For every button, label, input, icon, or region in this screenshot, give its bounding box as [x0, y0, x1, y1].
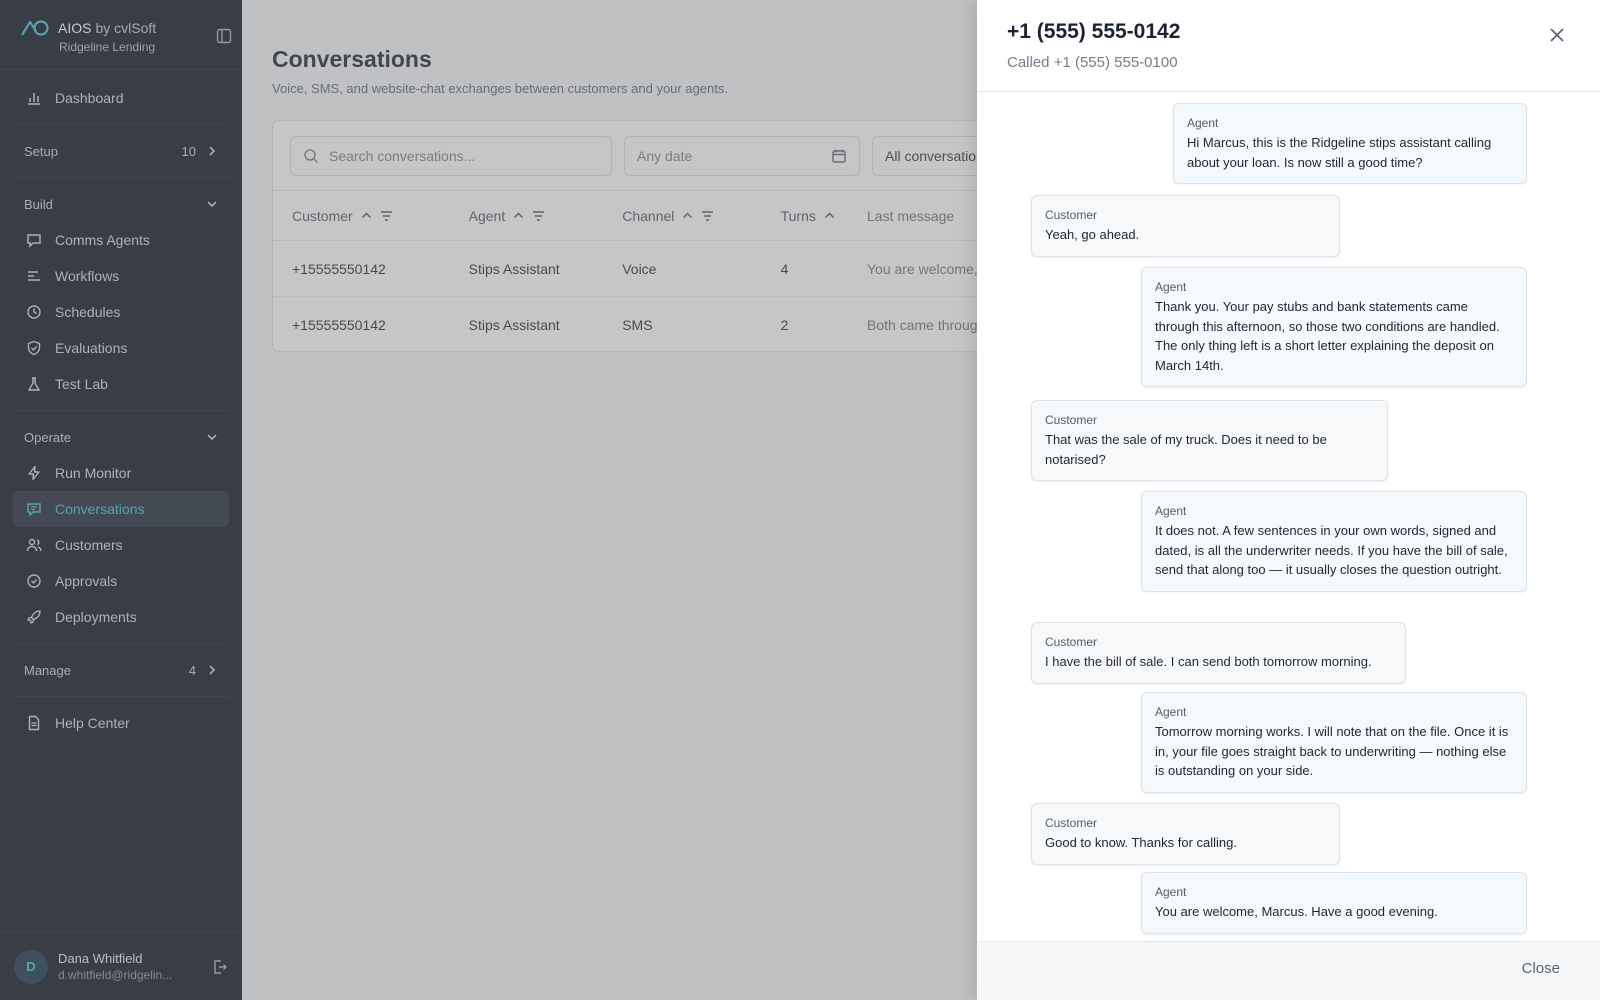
message-bubble: Customer I have the bill of sale. I can …	[1031, 622, 1406, 684]
message-sender: Agent	[1187, 116, 1219, 130]
message-text: Hi Marcus, this is the Ridgeline stips a…	[1187, 135, 1492, 170]
message-sender: Agent	[1155, 504, 1187, 518]
close-button[interactable]: Close	[1522, 960, 1560, 977]
message-text: You are welcome, Marcus. Have a good eve…	[1155, 904, 1438, 919]
message-text: I have the bill of sale. I can send both…	[1045, 654, 1372, 669]
message-sender: Customer	[1045, 816, 1098, 830]
message-bubble: Agent You are welcome, Marcus. Have a go…	[1141, 872, 1527, 934]
transcript[interactable]: Agent Hi Marcus, this is the Ridgeline s…	[977, 92, 1600, 941]
message-sender: Agent	[1155, 885, 1187, 899]
conversation-drawer: +1 (555) 555-0142 Called +1 (555) 555-01…	[977, 0, 1600, 1000]
message-text: Thank you. Your pay stubs and bank state…	[1155, 299, 1500, 373]
message-bubble: Customer Yeah, go ahead.	[1031, 195, 1340, 257]
drawer-title: +1 (555) 555-0142	[1007, 20, 1181, 43]
message-text: It does not. A few sentences in your own…	[1155, 523, 1508, 577]
message-sender: Agent	[1155, 705, 1187, 719]
message-sender: Customer	[1045, 208, 1098, 222]
message-bubble: Agent Thank you. Your pay stubs and bank…	[1141, 267, 1527, 387]
drawer-subtitle: Called +1 (555) 555-0100	[1007, 54, 1178, 71]
message-bubble: Agent It does not. A few sentences in yo…	[1141, 491, 1527, 592]
message-sender: Agent	[1155, 280, 1187, 294]
message-bubble: Agent Tomorrow morning works. I will not…	[1141, 692, 1527, 793]
close-icon[interactable]	[1548, 26, 1566, 44]
message-text: Yeah, go ahead.	[1045, 227, 1140, 242]
message-sender: Customer	[1045, 413, 1098, 427]
message-text: That was the sale of my truck. Does it n…	[1045, 432, 1327, 467]
message-text: Good to know. Thanks for calling.	[1045, 835, 1237, 850]
modal-overlay[interactable]	[0, 0, 977, 1000]
drawer-footer: Close	[977, 941, 1600, 1000]
message-text: Tomorrow morning works. I will note that…	[1155, 724, 1509, 778]
drawer-header: +1 (555) 555-0142 Called +1 (555) 555-01…	[977, 0, 1600, 92]
message-bubble: Agent Hi Marcus, this is the Ridgeline s…	[1173, 103, 1527, 184]
message-bubble: Customer That was the sale of my truck. …	[1031, 400, 1388, 481]
message-sender: Customer	[1045, 635, 1098, 649]
message-bubble: Customer Good to know. Thanks for callin…	[1031, 803, 1340, 865]
